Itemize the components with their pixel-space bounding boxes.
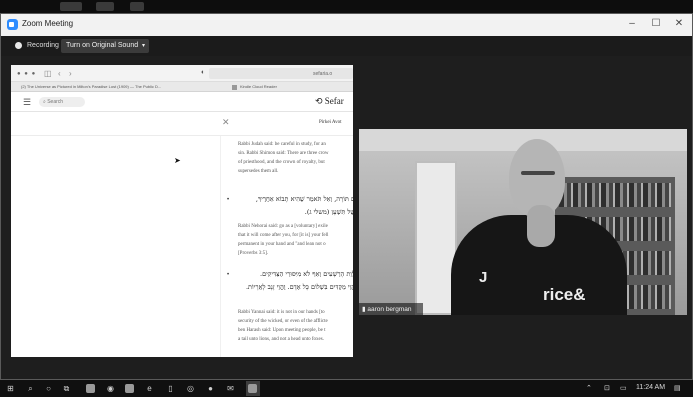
app-icon[interactable]: ● — [206, 384, 215, 393]
address-text: sefaria.o — [313, 71, 333, 77]
volume-icon[interactable]: ▭ — [620, 384, 627, 392]
zoom-taskbar-icon[interactable] — [248, 384, 257, 393]
recording-label: Recording — [27, 42, 59, 49]
video-tile[interactable]: J rice& ▮ aaron bergman — [359, 129, 687, 315]
segment-bullet: • — [227, 272, 230, 278]
top-strip-item — [96, 2, 114, 11]
participant-hand — [527, 205, 555, 247]
brand-name: Sefar — [324, 96, 344, 106]
participant-eyes — [521, 171, 555, 175]
app-icon[interactable]: ✉ — [226, 384, 235, 393]
maximize-button[interactable]: ☐ — [649, 18, 663, 29]
original-sound-button[interactable]: Turn on Original Sound ▾ — [61, 39, 149, 53]
segment-bullet: • — [227, 197, 230, 203]
shirt-text: J — [479, 269, 488, 286]
browser-tabs: (2) The Universe as Pictured in Milton's… — [11, 82, 353, 92]
english-text-line: Rabbi Judah said: be careful in study, f… — [238, 142, 326, 147]
english-text-line: a tail unto lions, and not a head unto f… — [238, 337, 324, 342]
minimize-button[interactable]: – — [625, 18, 639, 29]
app-icon[interactable]: ◎ — [186, 384, 195, 393]
sidebar-toggle-icon[interactable]: ◫ — [44, 69, 52, 78]
participant-name: aaron bergman — [367, 306, 412, 313]
chevron-down-icon[interactable]: ▾ — [142, 42, 145, 49]
mouse-cursor-icon: ➤ — [174, 156, 181, 165]
app-icon[interactable] — [125, 384, 134, 393]
shared-screen: ● ● ● ◫ ‹ › ◐ sefaria.o (2) The Universe… — [11, 65, 353, 357]
text-header: ✕ Pirkei Avot — [11, 112, 353, 136]
forward-button[interactable]: › — [69, 69, 72, 78]
zoom-logo-icon — [7, 19, 18, 30]
english-text-line: ben Harash said: Upon meeting people, be… — [238, 328, 326, 333]
english-text-line: permanent in your hand and "and lean not… — [238, 242, 326, 247]
clock[interactable]: 11:24 AM — [636, 384, 665, 391]
hebrew-text-line: לְוַת הָרְשָׁעִים וְאַף לֹא מִיִּסּוּרֵי… — [260, 270, 353, 278]
english-text-line: supersedes them all. — [238, 169, 279, 174]
network-icon[interactable]: ⊡ — [604, 384, 610, 392]
english-text-line: sin. Rabbi Shimon said: There are three … — [238, 151, 329, 156]
top-strip-item — [60, 2, 82, 11]
close-icon[interactable]: ✕ — [222, 117, 230, 128]
search-icon[interactable]: ⌕ — [26, 384, 35, 393]
browser-tab[interactable]: Kindle Cloud Reader — [240, 84, 277, 89]
hebrew-text-line: שֶׁל תִּשְׁעָן (משלי ג). — [304, 208, 353, 216]
search-input[interactable]: ⌕ Search — [39, 97, 85, 107]
title-bar: Zoom Meeting – ☐ ✕ — [1, 14, 692, 36]
hebrew-text-line: הֱוֵי מַקְדִּים בִּשְׁלוֹם כָּל אָדָם. ו… — [245, 283, 353, 291]
search-placeholder: Search — [47, 99, 64, 105]
back-button[interactable]: ‹ — [58, 69, 61, 78]
hebrew-text-line: ם תּוֹרָה, וְאַל תֹּאמַר שֶׁהִיא תָבוֹא … — [255, 195, 353, 203]
zoom-window: Zoom Meeting – ☐ ✕ Recording Turn on Ori… — [0, 13, 693, 380]
notification-icon[interactable]: ▤ — [674, 384, 681, 392]
task-view-icon[interactable]: ⧉ — [62, 384, 71, 393]
app-icon[interactable]: ▯ — [166, 384, 175, 393]
desktop-top-strip — [0, 0, 693, 13]
address-bar[interactable]: sefaria.o — [209, 68, 353, 79]
privacy-icon: ◐ — [201, 69, 206, 76]
windows-taskbar: ⊞ ⌕ ○ ⧉ ◉ e ▯ ◎ ● ✉ ⌃ ⊡ ▭ 11:24 AM ▤ — [0, 380, 693, 397]
participant-name-tag: ▮ aaron bergman — [359, 303, 423, 315]
kindle-icon — [232, 85, 237, 90]
meeting-toolbar: Recording Turn on Original Sound ▾ — [1, 36, 692, 56]
english-text-line: security of the wicked, or even of the a… — [238, 319, 328, 324]
start-menu-icon[interactable]: ⊞ — [6, 384, 15, 393]
edge-icon[interactable]: e — [145, 384, 154, 393]
browser-tab[interactable]: (2) The Universe as Pictured in Milton's… — [21, 84, 161, 89]
english-text-line: Rabbi Yannai said: it is not in our hand… — [238, 310, 325, 315]
shirt-text: rice& — [543, 285, 586, 304]
sefaria-logo[interactable]: ⟲ Sefar — [315, 96, 344, 107]
section-title: Pirkei Avot — [319, 120, 342, 125]
original-sound-label: Turn on Original Sound — [66, 42, 139, 49]
menu-icon[interactable]: ☰ — [23, 97, 31, 108]
english-text-line: [Proverbs 3:5]. — [238, 251, 268, 256]
english-text-line: that it will come after you, for [it is]… — [238, 233, 329, 238]
top-strip-item — [130, 2, 144, 11]
sefaria-header: ☰ ⌕ Search ⟲ Sefar — [11, 92, 353, 112]
english-text-line: Rabbi Nehorai said: go as a [voluntary] … — [238, 224, 328, 229]
window-dots-icon: ● ● ● — [17, 71, 37, 77]
window-title: Zoom Meeting — [22, 19, 74, 28]
close-button[interactable]: ✕ — [672, 18, 686, 29]
chrome-icon[interactable]: ◉ — [106, 384, 115, 393]
connections-pane — [11, 136, 221, 357]
cortana-icon[interactable]: ○ — [44, 384, 53, 393]
english-text-line: of priesthood, and the crown of royalty,… — [238, 160, 325, 165]
tray-chevron-icon[interactable]: ⌃ — [586, 384, 592, 392]
browser-toolbar: ● ● ● ◫ ‹ › ◐ sefaria.o — [11, 65, 353, 82]
explorer-icon[interactable] — [86, 384, 95, 393]
bookshelf-row — [559, 183, 671, 207]
recording-icon — [15, 42, 22, 49]
